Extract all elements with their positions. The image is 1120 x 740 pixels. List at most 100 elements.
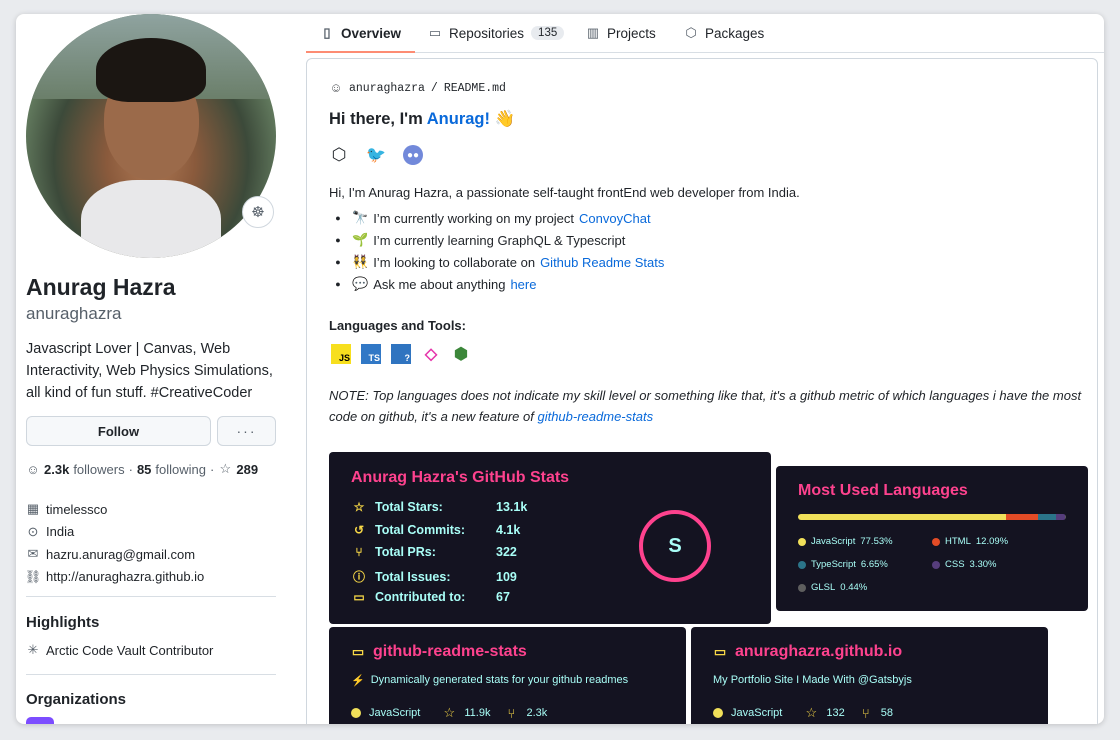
tool-icon[interactable]: ⬢ [451,344,471,364]
readme-bullets: ● 🔭 I’m currently working on my project Con… [329,207,664,295]
languages-bar-segment [798,514,1006,520]
repo-meta: JavaScript ☆ 11.9k ⑂ 2.3k [351,705,547,721]
organization-icon: ▦ [26,501,40,517]
profile-tabs: ▯ Overview ▭ Repositories 135 ▥ Projects… [305,14,1104,53]
tool-icon[interactable]: TS [361,344,381,364]
repo-meta: JavaScript ☆ 132 ⑂ 58 [713,705,893,721]
repo-icon: ▭ [351,644,365,659]
languages-bar-segment [1005,514,1039,520]
repo-description: ⚡ Dynamically generated stats for your gi… [351,674,629,687]
website-link[interactable]: http://anuraghazra.github.io [46,569,204,584]
list-item: ● 👯 I’m looking to collaborate on Github Re… [335,254,665,270]
language-item: HTML 12.09% [932,536,1008,547]
readme-owner[interactable]: anuraghazra [349,82,425,95]
location: India [46,524,75,540]
highlights-title: Highlights [26,614,100,631]
tool-icon[interactable]: ? [391,344,411,364]
smiley-icon: ☺ [332,81,340,96]
github-readme-stats-link[interactable]: Github Readme Stats [540,255,664,270]
book-icon: ▯ [323,25,331,40]
top-languages-card[interactable]: Most Used Languages JavaScript 77.53% HTM… [776,466,1088,611]
avatar[interactable] [26,14,276,258]
stat-row-prs: ⑂ Total PRs: 322 [351,545,516,559]
tab-projects[interactable]: ▥ Projects [586,14,656,52]
people-icon: ☺ [26,461,40,477]
discord-icon[interactable]: ●● [403,145,423,165]
browser-window: ☸ Anurag Hazra anuraghazra Javascript Lo… [16,14,1104,724]
tool-icon[interactable]: ◇ [421,344,441,364]
greeting-name-link[interactable]: Anurag! [427,110,490,128]
following-label[interactable]: following [155,462,206,477]
language-dot [932,560,940,569]
repo-icon: ▭ [353,590,365,604]
languages-tools-title: Languages and Tools: [329,318,466,333]
repo-name[interactable]: github-readme-stats [373,643,527,661]
follow-stats: ☺ 2.3k followers · 85 following · ☆ 289 [26,461,259,477]
language-item: CSS 3.30% [932,559,996,570]
highlight-arctic-vault[interactable]: ✳ Arctic Code Vault Contributor [26,642,214,658]
profile-username: anuraghazra [26,304,122,323]
tab-packages[interactable]: ⬡ Packages [684,14,764,52]
issue-icon: ⓘ [352,570,365,584]
languages-bar-segment [1038,514,1056,520]
project-icon: ▥ [586,25,600,40]
repo-name[interactable]: anuraghazra.github.io [735,643,902,661]
more-options-button[interactable]: ··· [217,416,276,446]
followers-count[interactable]: 2.3k [44,462,69,477]
languages-bar-segment [1055,514,1065,520]
fork-icon: ⑂ [861,705,870,721]
status-emoji-icon[interactable]: ☸ [242,196,274,228]
organization-avatar[interactable] [26,717,54,724]
language-dot [798,537,806,546]
language-dot [798,560,806,569]
repo-card-anuraghazra-github-io[interactable]: ▭ anuraghazra.github.io My Portfolio Site… [691,627,1048,724]
pull-request-icon: ⑂ [355,545,363,559]
star-icon: ☆ [353,500,365,514]
star-icon: ☆ [805,705,818,720]
tab-overview[interactable]: ▯ Overview [305,14,416,53]
convoychat-link[interactable]: ConvoyChat [579,211,651,226]
stat-row-issues: ⓘ Total Issues: 109 [352,569,517,585]
star-icon: ☆ [443,705,456,720]
package-icon: ⬡ [685,25,697,40]
stat-row-commits: ↺ Total Commits: 4.1k [351,523,520,537]
company[interactable]: timelessco [46,502,107,517]
language-dot [798,583,806,592]
followers-label[interactable]: followers [73,462,124,477]
organizations-title: Organizations [26,691,127,708]
stat-row-contributed: ▭ Contributed to: 67 [351,590,510,604]
readme-path: ☺ anuraghazra / README.md [329,81,506,96]
location-icon: ⊙ [27,523,39,539]
github-stats-card[interactable]: Anurag Hazra's GitHub Stats ☆ Total Stars… [329,452,771,624]
language-dot [713,708,723,718]
language-dot [932,537,940,546]
list-item: ● 🔭 I’m currently working on my project Con… [335,210,651,226]
repo-card-github-readme-stats[interactable]: ▭ github-readme-stats ⚡ Dynamically genera… [329,627,686,724]
profile-fullname: Anurag Hazra [26,274,176,300]
following-count[interactable]: 85 [137,462,151,477]
social-links: ⬡ 🐦 ●● [329,145,423,165]
languages-bar-segment [1064,514,1066,520]
stars-count[interactable]: 289 [236,462,258,477]
stats-card-title: Anurag Hazra's GitHub Stats [351,469,570,486]
readme-file[interactable]: README.md [444,82,506,95]
email-link[interactable]: hazru.anurag@gmail.com [46,547,195,562]
tool-icon[interactable]: JS [331,344,351,364]
here-link[interactable]: here [510,277,536,292]
list-item: ● 🌱 I’m currently learning GraphQL & Types… [335,232,626,248]
language-item: JavaScript 77.53% [798,536,893,547]
snowflake-icon: ✳ [27,642,39,657]
github-readme-stats-note-link[interactable]: github-readme-stats [537,409,653,424]
tools-list: JS TS? ◇ ⬢ [331,344,471,364]
history-icon: ↺ [353,523,365,537]
twitter-icon[interactable]: 🐦 [366,145,386,165]
tab-repositories[interactable]: ▭ Repositories 135 [428,14,565,52]
language-item: GLSL 0.44% [798,582,867,593]
language-dot [351,708,361,718]
profile-bio: Javascript Lover | Canvas, Web Interacti… [26,341,273,401]
link-icon: ⛓ [24,568,42,584]
follow-button[interactable]: Follow [26,416,211,446]
readme-intro: Hi, I'm Anurag Hazra, a passionate self-… [329,185,800,200]
codesandbox-icon[interactable]: ⬡ [329,145,349,165]
rank-circle: S [639,510,711,582]
